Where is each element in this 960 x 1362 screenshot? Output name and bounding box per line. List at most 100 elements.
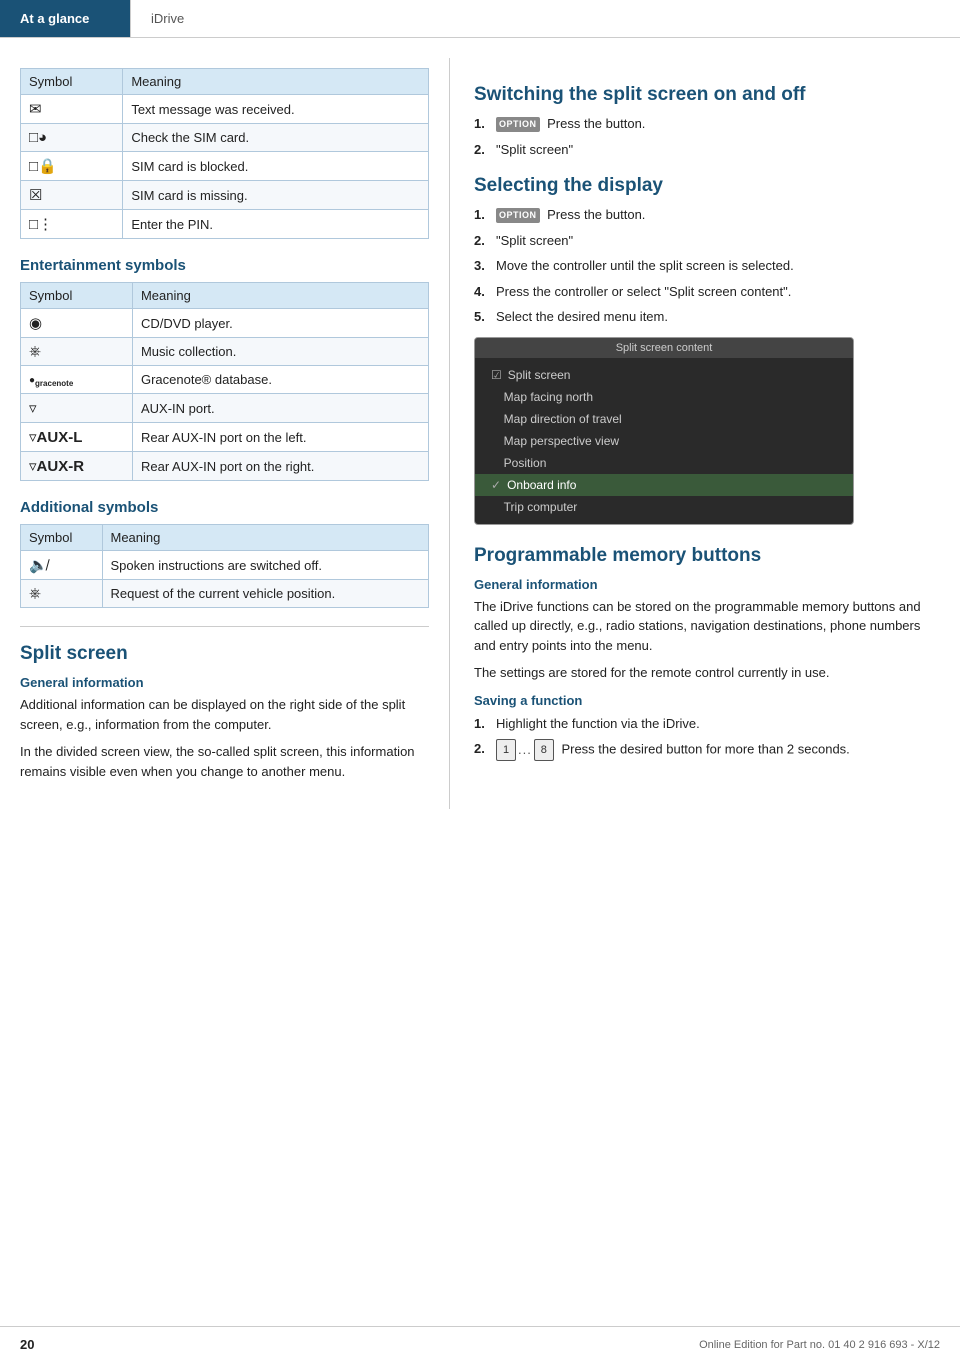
meaning-cell: SIM card is missing.: [123, 181, 429, 210]
step-content: Select the desired menu item.: [496, 307, 940, 327]
mem-btn-1: 1: [496, 739, 516, 761]
check-icon: [491, 434, 498, 448]
gracenote-icon: ●gracenote: [29, 375, 73, 388]
header-section-left: At a glance: [0, 0, 130, 37]
page-number: 20: [20, 1337, 34, 1352]
step-content: OPTION Press the button.: [496, 205, 940, 225]
symbol-cell: □◕: [21, 124, 123, 152]
meaning-col-header: Meaning: [123, 69, 429, 95]
footer-copyright: Online Edition for Part no. 01 40 2 916 …: [699, 1339, 940, 1351]
option-button-icon: OPTION: [496, 208, 540, 224]
symbol-cell: ☒: [21, 181, 123, 210]
table-row: ☒ SIM card is missing.: [21, 181, 429, 210]
step-content: 1 ... 8 Press the desired button for mor…: [496, 739, 940, 761]
table-row: ⎈ Music collection.: [21, 338, 429, 366]
symbol-cell: ⎈: [21, 580, 103, 608]
split-screen-body1: Additional information can be displayed …: [20, 695, 429, 734]
meaning-cell: Rear AUX-IN port on the right.: [132, 452, 428, 481]
divider: [20, 626, 429, 627]
mem-btn-dots: ...: [518, 740, 532, 760]
meaning-cell: Enter the PIN.: [123, 210, 429, 239]
envelope-icon: ✉: [29, 100, 42, 118]
screen-menu-item: Map direction of travel: [475, 408, 853, 430]
step-number: 2.: [474, 140, 496, 160]
meaning-col-header: Meaning: [102, 525, 429, 551]
screen-menu-item-onboard: ✓ Onboard info: [475, 474, 853, 496]
step-content: "Split screen": [496, 140, 940, 160]
additional-heading: Additional symbols: [20, 499, 429, 516]
meaning-cell: SIM card is blocked.: [123, 152, 429, 181]
step-content: Move the controller until the split scre…: [496, 256, 940, 276]
symbol-col-header: Symbol: [21, 283, 133, 309]
screen-title-bar: Split screen content: [475, 338, 853, 358]
step-number: 2.: [474, 739, 496, 759]
list-item: 4. Press the controller or select "Split…: [474, 282, 940, 302]
symbol-cell: ▿AUX-L: [21, 423, 133, 452]
selecting-display-heading: Selecting the display: [474, 175, 940, 197]
table-row: ▿AUX-R Rear AUX-IN port on the right.: [21, 452, 429, 481]
memory-button-icon: 1 ... 8: [496, 739, 554, 761]
symbol-cell: ◉: [21, 309, 133, 338]
check-icon: ☑: [491, 368, 502, 382]
list-item: 1. OPTION Press the button.: [474, 114, 940, 134]
entertainment-symbols-table: Symbol Meaning ◉ CD/DVD player. ⎈ Music …: [20, 282, 429, 481]
aux-r-icon: ▿AUX-R: [29, 457, 84, 475]
screen-menu-item: Map facing north: [475, 386, 853, 408]
table-row: ▿AUX-L Rear AUX-IN port on the left.: [21, 423, 429, 452]
step-number: 1.: [474, 114, 496, 134]
saving-steps-list: 1. Highlight the function via the iDrive…: [474, 714, 940, 762]
sim-missing-icon: ☒: [29, 186, 42, 204]
screen-menu: ☑ Split screen Map facing north Map dire…: [475, 358, 853, 524]
check-icon: ✓: [491, 478, 501, 492]
table-row: □⋮ Enter the PIN.: [21, 210, 429, 239]
right-column: Switching the split screen on and off 1.…: [450, 58, 960, 809]
list-item: 2. "Split screen": [474, 140, 940, 160]
symbol-cell: 🔈̸: [21, 551, 103, 580]
meaning-cell: Text message was received.: [123, 95, 429, 124]
check-icon: [491, 390, 498, 404]
split-screen-general-info-subheading: General information: [20, 675, 429, 690]
symbol-cell: ▿: [21, 394, 133, 423]
programmable-body2: The settings are stored for the remote c…: [474, 663, 940, 683]
list-item: 3. Move the controller until the split s…: [474, 256, 940, 276]
header-at-a-glance-label: At a glance: [20, 11, 89, 26]
programmable-body1: The iDrive functions can be stored on th…: [474, 597, 940, 656]
meaning-cell: Rear AUX-IN port on the left.: [132, 423, 428, 452]
symbol-cell: □🔒: [21, 152, 123, 181]
list-item: 2. "Split screen": [474, 231, 940, 251]
symbol-col-header: Symbol: [21, 69, 123, 95]
programmable-general-info-subheading: General information: [474, 577, 940, 592]
step-number: 1.: [474, 205, 496, 225]
sim-blocked-icon: □🔒: [29, 157, 57, 175]
step-number: 3.: [474, 256, 496, 276]
meaning-col-header: Meaning: [132, 283, 428, 309]
page-header: At a glance iDrive: [0, 0, 960, 38]
symbol-cell: ▿AUX-R: [21, 452, 133, 481]
entertainment-heading: Entertainment symbols: [20, 257, 429, 274]
symbol-col-header: Symbol: [21, 525, 103, 551]
table-row: ●gracenote Gracenote® database.: [21, 366, 429, 394]
selecting-steps-list: 1. OPTION Press the button. 2. "Split sc…: [474, 205, 940, 327]
screen-menu-item: Trip computer: [475, 496, 853, 518]
switching-steps-list: 1. OPTION Press the button. 2. "Split sc…: [474, 114, 940, 159]
option-button-icon: OPTION: [496, 117, 540, 133]
vehicle-position-icon: ⎈: [29, 585, 41, 602]
general-symbols-table: Symbol Meaning ✉ Text message was receiv…: [20, 68, 429, 239]
muted-instructions-icon: 🔈̸: [29, 556, 48, 574]
step-content: Highlight the function via the iDrive.: [496, 714, 940, 734]
table-row: ◉ CD/DVD player.: [21, 309, 429, 338]
mem-btn-8: 8: [534, 739, 554, 761]
header-section-right: iDrive: [130, 0, 960, 37]
main-content: Symbol Meaning ✉ Text message was receiv…: [0, 38, 960, 809]
sim-check-icon: □◕: [29, 129, 47, 146]
meaning-cell: CD/DVD player.: [132, 309, 428, 338]
step-number: 2.: [474, 231, 496, 251]
meaning-cell: Spoken instructions are switched off.: [102, 551, 429, 580]
check-icon: [491, 412, 498, 426]
split-screen-content-image: Split screen content ☑ Split screen Map …: [474, 337, 854, 525]
table-row: ✉ Text message was received.: [21, 95, 429, 124]
symbol-cell: ⎈: [21, 338, 133, 366]
list-item: 2. 1 ... 8 Press the desired button for …: [474, 739, 940, 761]
step-content: Press the controller or select "Split sc…: [496, 282, 940, 302]
programmable-memory-heading: Programmable memory buttons: [474, 545, 940, 567]
